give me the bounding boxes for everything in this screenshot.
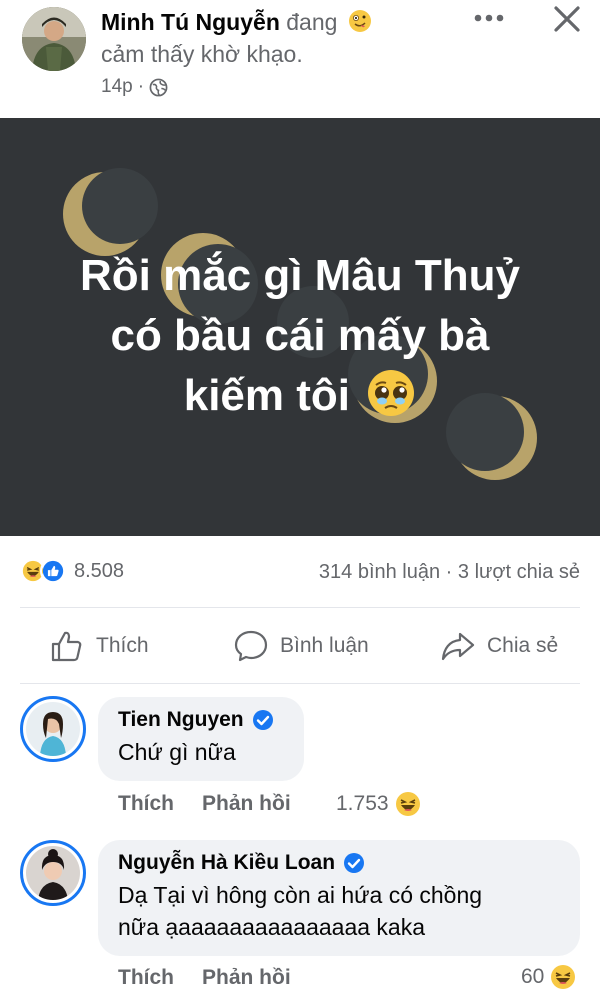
pleading-face-icon bbox=[368, 370, 415, 416]
comment-reactions[interactable]: 60 bbox=[521, 964, 576, 990]
verified-badge-icon bbox=[344, 853, 365, 873]
comments-shares-count[interactable]: 314 bình luận · 3 lượt chia sẻ bbox=[319, 561, 580, 584]
image-text-line-3-wrap: kiếm tôi bbox=[30, 366, 570, 426]
reaction-count: 8.508 bbox=[74, 559, 125, 582]
comment-bubble[interactable]: Nguyễn Hà Kiều Loan Dạ Tại vì hông còn a… bbox=[98, 840, 580, 956]
comment-author: Nguyễn Hà Kiều Loan bbox=[118, 851, 560, 875]
globe-icon[interactable] bbox=[149, 78, 168, 97]
thumbs-up-icon bbox=[51, 631, 82, 662]
commenter-avatar[interactable] bbox=[20, 840, 86, 906]
comment-author-name[interactable]: Nguyễn Hà Kiều Loan bbox=[118, 851, 335, 875]
haha-icon bbox=[395, 792, 420, 816]
verified-badge-icon bbox=[252, 710, 273, 730]
comment-author-name[interactable]: Tien Nguyen bbox=[118, 708, 244, 732]
post-meta: 14p · bbox=[101, 76, 168, 98]
comment-reaction-count: 60 bbox=[521, 965, 545, 988]
close-icon bbox=[554, 6, 580, 32]
like-label: Thích bbox=[96, 634, 149, 657]
author-line: Minh Tú Nguyễn đang bbox=[101, 8, 372, 36]
comment-actions: Thích Phản hồi bbox=[118, 966, 291, 990]
more-options-button[interactable] bbox=[472, 6, 506, 30]
like-button[interactable]: Thích bbox=[50, 626, 149, 666]
feeling-text: cảm thấy khờ khạo. bbox=[101, 41, 303, 67]
image-text-line-2: có bầu cái mấy bà bbox=[110, 311, 490, 360]
divider-top bbox=[20, 607, 580, 608]
post-time[interactable]: 14p bbox=[101, 76, 133, 98]
post-header: Minh Tú Nguyễn đang cảm thấy khờ khạo. 1… bbox=[0, 0, 600, 118]
image-text-line-1: Rồi mắc gì Mâu Thuỷ bbox=[79, 251, 521, 300]
comment-reply-button[interactable]: Phản hồi bbox=[202, 792, 291, 816]
feeling-prefix: đang bbox=[286, 9, 338, 35]
more-dots-icon bbox=[474, 14, 504, 22]
comment-bubble-icon bbox=[234, 630, 268, 662]
post-image-text: Rồi mắc gì Mâu Thuỷ có bầu cái mấy bà ki… bbox=[30, 246, 570, 426]
divider-bottom bbox=[20, 683, 580, 684]
comment-reaction-count: 1.753 bbox=[336, 792, 389, 815]
comment-reply-button[interactable]: Phản hồi bbox=[202, 966, 291, 990]
zany-face-icon bbox=[348, 10, 371, 32]
reactions-summary[interactable]: 8.508 bbox=[20, 558, 124, 584]
comment-like-button[interactable]: Thích bbox=[118, 792, 174, 816]
haha-icon bbox=[551, 965, 576, 989]
comment-bubble[interactable]: Tien Nguyen Chứ gì nữa bbox=[98, 697, 304, 781]
comment-author: Tien Nguyen bbox=[118, 708, 284, 732]
comment-button[interactable]: Bình luận bbox=[234, 626, 369, 666]
comment-text-line-1: Dạ Tại vì hông còn ai hứa có chồng bbox=[118, 882, 483, 908]
author-name[interactable]: Minh Tú Nguyễn bbox=[101, 9, 280, 35]
meta-separator: · bbox=[137, 76, 145, 97]
share-label: Chia sẻ bbox=[487, 634, 559, 657]
share-arrow-icon bbox=[441, 632, 475, 661]
post-image[interactable]: Rồi mắc gì Mâu Thuỷ có bầu cái mấy bà ki… bbox=[0, 118, 600, 536]
image-text-line-3: kiếm tôi bbox=[183, 371, 351, 420]
close-button[interactable] bbox=[552, 4, 582, 34]
comment-like-button[interactable]: Thích bbox=[118, 966, 174, 990]
like-icon bbox=[40, 558, 66, 584]
comment-text-line-2: nữa ạaaaaaaaaaaaaaaa kaka bbox=[118, 914, 426, 940]
comment-label: Bình luận bbox=[280, 634, 369, 657]
comment-text: Chứ gì nữa bbox=[118, 739, 236, 765]
share-button[interactable]: Chia sẻ bbox=[441, 626, 558, 666]
author-avatar[interactable] bbox=[22, 7, 86, 71]
comment-reactions[interactable]: 1.753 bbox=[336, 791, 421, 817]
comment-actions: Thích Phản hồi bbox=[118, 792, 291, 816]
commenter-avatar[interactable] bbox=[20, 696, 86, 762]
comment-text: Dạ Tại vì hông còn ai hứa có chồng nữa ạ… bbox=[118, 879, 560, 943]
